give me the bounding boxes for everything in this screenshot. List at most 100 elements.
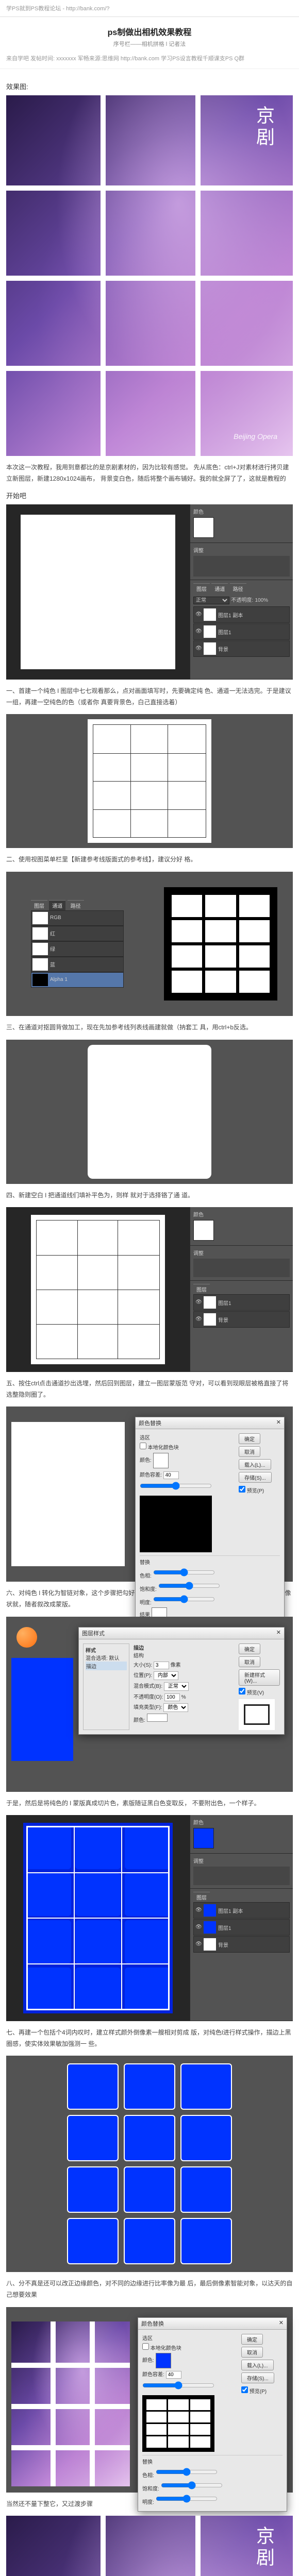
close-icon[interactable]: ✕: [279, 2319, 284, 2328]
new-style-button[interactable]: 新建样式(W)...: [239, 1669, 280, 1686]
layers-tab[interactable]: 图层: [193, 1284, 210, 1294]
layers-tab[interactable]: 图层: [193, 583, 210, 594]
preview-checkbox[interactable]: 预览(P): [239, 1486, 280, 1494]
opacity-value: 100%: [255, 598, 268, 603]
layer-name: 背景: [218, 645, 228, 653]
channel-row-alpha[interactable]: Alpha 1: [31, 972, 124, 988]
fill-type-select[interactable]: 颜色: [163, 1703, 188, 1712]
visibility-icon[interactable]: [195, 612, 202, 618]
color-label: 颜色:: [140, 1458, 152, 1464]
blend-mode-select[interactable]: 正常: [193, 597, 229, 604]
layer-thumb: [204, 1921, 216, 1934]
layer-row[interactable]: 图层1 副本: [193, 1902, 290, 1919]
visibility-icon[interactable]: [195, 1941, 202, 1947]
color-swatch[interactable]: [193, 1828, 214, 1849]
adjust-grid[interactable]: [193, 556, 290, 577]
hue-slider[interactable]: [156, 2467, 218, 2477]
load-button[interactable]: 载入(L)...: [239, 1459, 271, 1470]
light-slider[interactable]: [156, 2494, 218, 2504]
cancel-button[interactable]: 取消: [239, 1446, 260, 1457]
step9-text: 八、分不真是还可以改正边缘颜色，对不同的边缘进行比率像为最 后，最后倒像素智能对…: [6, 2278, 293, 2300]
layers-tab[interactable]: 图层: [31, 900, 47, 910]
stroke-opacity-input[interactable]: [164, 1693, 180, 1701]
channel-row[interactable]: RGB: [31, 910, 124, 926]
visibility-icon[interactable]: [195, 1316, 202, 1323]
layer-row[interactable]: 图层1 副本: [193, 606, 290, 623]
visibility-icon[interactable]: [195, 1907, 202, 1913]
dialog-title-text: 颜色替换: [139, 1419, 161, 1427]
save-button[interactable]: 存储(S)...: [239, 1472, 272, 1483]
channels-tab[interactable]: 通道: [49, 900, 65, 910]
visibility-icon[interactable]: [195, 629, 202, 635]
grid-step5: [36, 1220, 160, 1359]
color-swatch[interactable]: [193, 1220, 214, 1241]
ps-screenshot-blue-tiles-2: [6, 2056, 293, 2272]
locate-checkbox[interactable]: 本地化颜色块: [140, 1443, 236, 1451]
preview-checkbox[interactable]: 预览(V): [239, 1688, 280, 1696]
visibility-icon[interactable]: [195, 646, 202, 652]
paths-tab[interactable]: 路径: [68, 900, 84, 910]
layer-row[interactable]: 图层1: [193, 1919, 290, 1936]
fuzziness-input[interactable]: [163, 1471, 179, 1479]
layer-row[interactable]: 背景: [193, 1311, 290, 1328]
sample-color-box[interactable]: [156, 2353, 171, 2368]
ok-button[interactable]: 确定: [239, 1433, 260, 1444]
adjust-panel-title: 调整: [193, 546, 290, 554]
close-icon[interactable]: ✕: [276, 1629, 281, 1637]
selection-preview: [142, 2395, 214, 2452]
layer-row[interactable]: 图层1: [193, 1294, 290, 1311]
step4-text: 四、新建空白 l 把通道线们填补平色为，则样 就对于选择铬了通 道。: [6, 1190, 293, 1201]
ok-button[interactable]: 确定: [241, 2334, 263, 2345]
style-item-stroke[interactable]: 描边: [86, 1662, 127, 1670]
layer-row[interactable]: 背景: [193, 1936, 290, 1953]
channel-row[interactable]: 蓝: [31, 957, 124, 972]
channel-thumb: [32, 974, 48, 986]
fuzziness-slider[interactable]: [140, 1481, 212, 1491]
layer-row[interactable]: 图层1: [193, 623, 290, 640]
hero-final-image-repeat: 京剧 Beijing Opera: [6, 2516, 293, 2576]
light-slider[interactable]: [153, 1594, 215, 1604]
channel-row[interactable]: 红: [31, 926, 124, 941]
hue-slider[interactable]: [153, 1567, 215, 1578]
stroke-color-box[interactable]: [147, 1714, 168, 1722]
ok-button[interactable]: 确定: [239, 1643, 260, 1654]
blend-select[interactable]: 正常: [164, 1682, 189, 1691]
save-button[interactable]: 存储(S)...: [241, 2372, 274, 2383]
close-icon[interactable]: ✕: [276, 1419, 281, 1427]
channels-tab[interactable]: 通道: [211, 583, 228, 594]
author-line: 序号栏——相机拼格 l 记者法: [6, 40, 293, 48]
paths-tab[interactable]: 路径: [230, 583, 246, 594]
fuzziness-input[interactable]: [166, 2371, 181, 2379]
canvas-step5: [31, 1215, 165, 1364]
sat-slider[interactable]: [158, 1581, 220, 1591]
cancel-button[interactable]: 取消: [241, 2347, 263, 2358]
stroke-size-input[interactable]: [154, 1662, 169, 1669]
cancel-button[interactable]: 取消: [239, 1656, 260, 1667]
layers-tab[interactable]: 图层: [193, 1892, 210, 1902]
canvas-white: [11, 1422, 125, 1566]
load-button[interactable]: 载入(L)...: [241, 2360, 274, 2370]
stroke-settings: 描边 结构 大小(S): 像素 位置(P): 内部 混合模式(B): 正常 不透…: [134, 1643, 235, 1730]
opera-en-text: Beijing Opera: [234, 432, 277, 440]
canvas-with-guides: [88, 719, 211, 843]
style-item[interactable]: 混合选项: 默认: [86, 1654, 127, 1662]
orange-preview-ball: [16, 1627, 37, 1648]
final-preview-canvas: [11, 2317, 130, 2482]
layer-row[interactable]: 背景: [193, 640, 290, 657]
replace-color-dialog-2: 颜色替换✕ 选区 本地化颜色块 颜色: 颜色容差:: [138, 2317, 287, 2512]
layer-name: 图层1 副本: [218, 611, 243, 619]
channel-row[interactable]: 绿: [31, 941, 124, 957]
sat-slider[interactable]: [161, 2480, 223, 2490]
visibility-icon[interactable]: [195, 1924, 202, 1930]
sample-color-box[interactable]: [153, 1453, 169, 1468]
ps-screenshot-step1: 颜色 调整 图层 通道 路径 正常 不透明度:: [6, 504, 293, 680]
position-select[interactable]: 内部: [154, 1671, 178, 1680]
ps-panels: 颜色 调整 图层 通道 路径 正常 不透明度:: [190, 504, 293, 680]
color-swatches[interactable]: [193, 517, 290, 539]
start-label: 开始吧: [6, 490, 293, 500]
fg-color-swatch[interactable]: [193, 517, 214, 538]
visibility-icon[interactable]: [195, 1299, 202, 1306]
fuzziness-slider[interactable]: [142, 2380, 214, 2391]
blank-white-canvas: [21, 515, 175, 669]
blue-tiles-rotated: [67, 2063, 232, 2264]
